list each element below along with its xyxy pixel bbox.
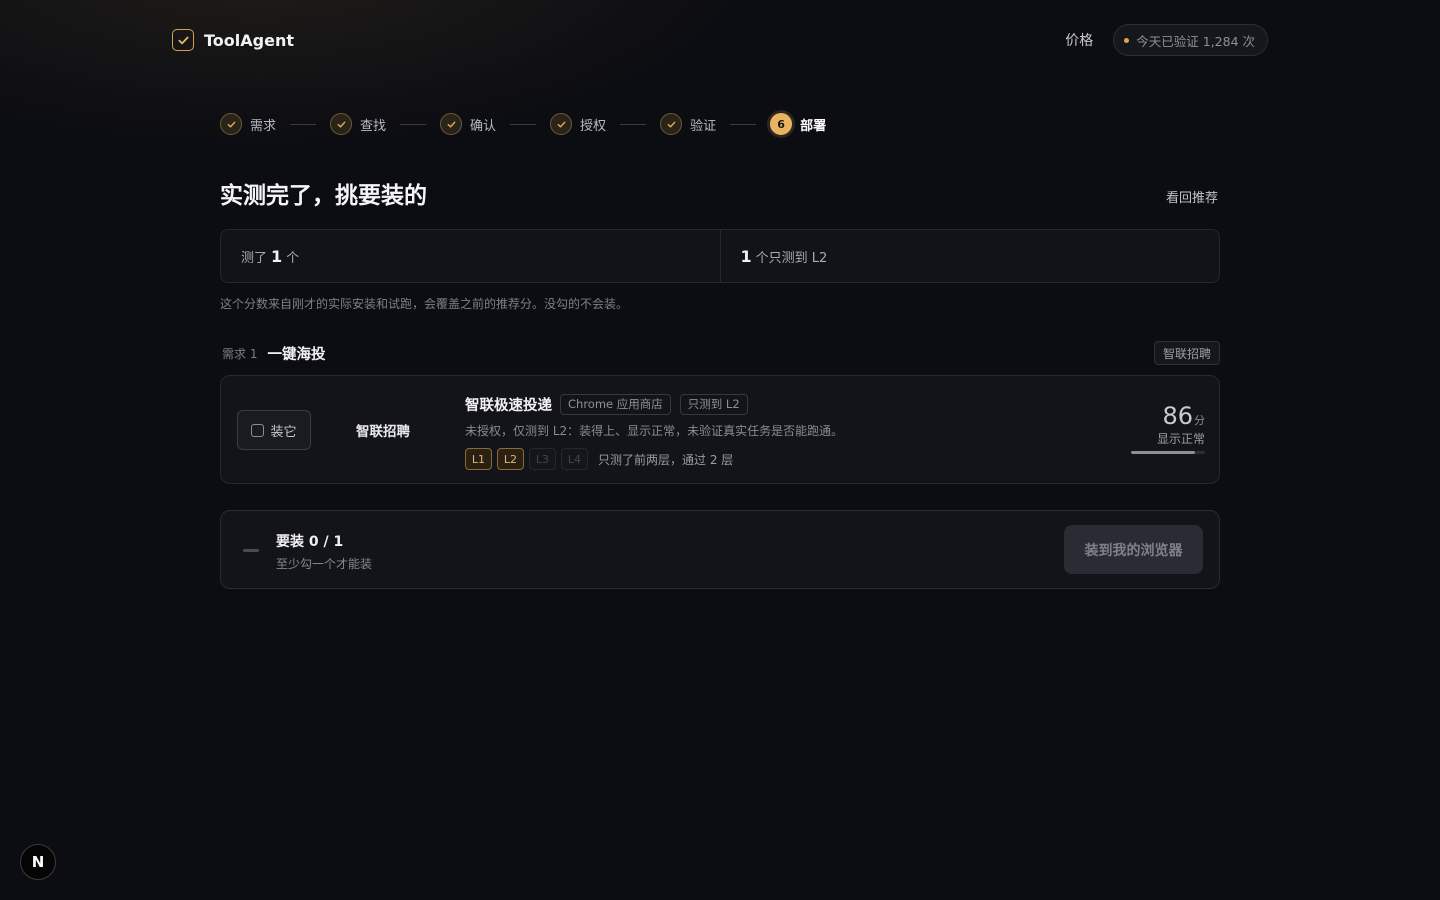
levels-note: 只测了前两层，通过 2 层: [598, 452, 734, 467]
next-dev-badge-icon[interactable]: N: [20, 844, 56, 880]
tool-description: 未授权，仅测到 L2：装得上、显示正常，未验证真实任务是否能跑通。: [465, 424, 844, 438]
stat-tested-suffix: 个: [286, 250, 300, 266]
deploy-hint: 至少勾一个才能装: [276, 557, 373, 571]
level-badge-l1: L1: [465, 448, 492, 470]
step-confirm[interactable]: 确认: [440, 113, 496, 135]
step-label: 确认: [470, 118, 497, 134]
status-dot-icon: [1124, 37, 1130, 43]
stat-tested-prefix: 测了: [241, 250, 268, 266]
step-check-icon: [220, 113, 242, 135]
step-connector: [290, 123, 317, 125]
step-check-icon: [440, 113, 463, 135]
install-to-browser-button[interactable]: 装到我的浏览器: [1064, 525, 1203, 574]
deploy-count: 要装 0 / 1: [276, 534, 344, 550]
stat-l2-count: 1: [740, 246, 752, 266]
score-bar-fill: [1131, 451, 1195, 454]
step-need[interactable]: 需求: [220, 113, 276, 135]
stat-l2-suffix: 个只测到 L2: [755, 250, 828, 266]
step-connector: [620, 123, 647, 125]
install-checkbox-button[interactable]: 装它: [237, 410, 311, 450]
need-name: 一键海投: [267, 346, 326, 363]
price-link[interactable]: 价格: [1065, 30, 1093, 50]
step-check-icon: [660, 113, 683, 135]
back-to-recommend-link[interactable]: 看回推荐: [1166, 187, 1218, 206]
tool-info: 智联极速投递 Chrome 应用商店 只测到 L2 未授权，仅测到 L2：装得上…: [465, 392, 843, 470]
step-label: 查找: [360, 118, 387, 134]
step-check-icon: [550, 113, 573, 135]
step-verify[interactable]: 验证: [660, 113, 716, 135]
step-label: 授权: [580, 118, 607, 134]
step-connector: [510, 123, 537, 125]
tool-card: 装它 智联招聘 智联极速投递 Chrome 应用商店 只测到 L2 未授权，仅测…: [220, 375, 1220, 484]
install-label: 装它: [270, 424, 297, 440]
need-index: 需求 1: [222, 346, 258, 361]
progress-stepper: 需求 查找 确认 授权 验证 6 部署: [220, 112, 826, 136]
stat-tested-count: 1: [271, 246, 283, 266]
score-value: 86: [1162, 402, 1193, 430]
tool-vendor: 智联招聘: [356, 424, 410, 440]
header-right: 价格 今天已验证 1,284 次: [1065, 24, 1268, 56]
checkbox-icon: [251, 423, 265, 437]
deploy-bar: 要装 0 / 1 至少勾一个才能装 装到我的浏览器: [220, 510, 1220, 589]
tool-level-tag: 只测到 L2: [679, 393, 748, 415]
level-badge-l3: L3: [529, 448, 556, 470]
step-label: 需求: [250, 118, 277, 134]
step-authorize[interactable]: 授权: [550, 113, 606, 135]
logo-check-icon: [172, 29, 194, 51]
level-badge-l2: L2: [497, 448, 524, 470]
step-label: 验证: [690, 118, 717, 134]
tool-score: 86分 显示正常: [1129, 402, 1205, 454]
test-levels: L1 L2 L3 L4 只测了前两层，通过 2 层: [465, 448, 843, 470]
tool-source-tag: Chrome 应用商店: [560, 393, 671, 415]
step-deploy[interactable]: 6 部署: [770, 113, 826, 135]
step-number: 6: [770, 113, 793, 135]
step-connector: [730, 123, 757, 125]
need-vendor-tag: 智联招聘: [1153, 341, 1220, 365]
score-label: 显示正常: [1156, 432, 1205, 446]
brand-name[interactable]: ToolAgent: [204, 31, 294, 50]
step-label: 部署: [800, 118, 827, 134]
step-search[interactable]: 查找: [330, 113, 386, 135]
score-note: 这个分数来自刚才的实际安装和试跑，会覆盖之前的推荐分。没勾的不会装。: [220, 297, 629, 311]
step-connector: [400, 123, 427, 125]
page-title: 实测完了，挑要装的: [220, 183, 427, 209]
verify-count-text: 今天已验证 1,284 次: [1136, 33, 1255, 49]
score-bar: [1131, 451, 1205, 454]
stat-l2-only: 1 个只测到 L2: [719, 230, 1220, 282]
select-all-indeterminate-icon[interactable]: [243, 549, 259, 552]
step-check-icon: [330, 113, 353, 135]
tool-name: 智联极速投递: [465, 397, 552, 414]
app-header: ToolAgent 价格 今天已验证 1,284 次: [172, 24, 1268, 56]
verify-count-badge: 今天已验证 1,284 次: [1113, 24, 1268, 56]
level-badge-l4: L4: [561, 448, 588, 470]
test-summary: 测了 1 个 1 个只测到 L2: [220, 229, 1220, 283]
stat-tested: 测了 1 个: [221, 230, 720, 282]
need-header: 需求 1 一键海投 智联招聘: [222, 341, 1220, 365]
score-unit: 分: [1194, 414, 1205, 427]
tool-title-row: 智联极速投递 Chrome 应用商店 只测到 L2: [465, 392, 843, 416]
